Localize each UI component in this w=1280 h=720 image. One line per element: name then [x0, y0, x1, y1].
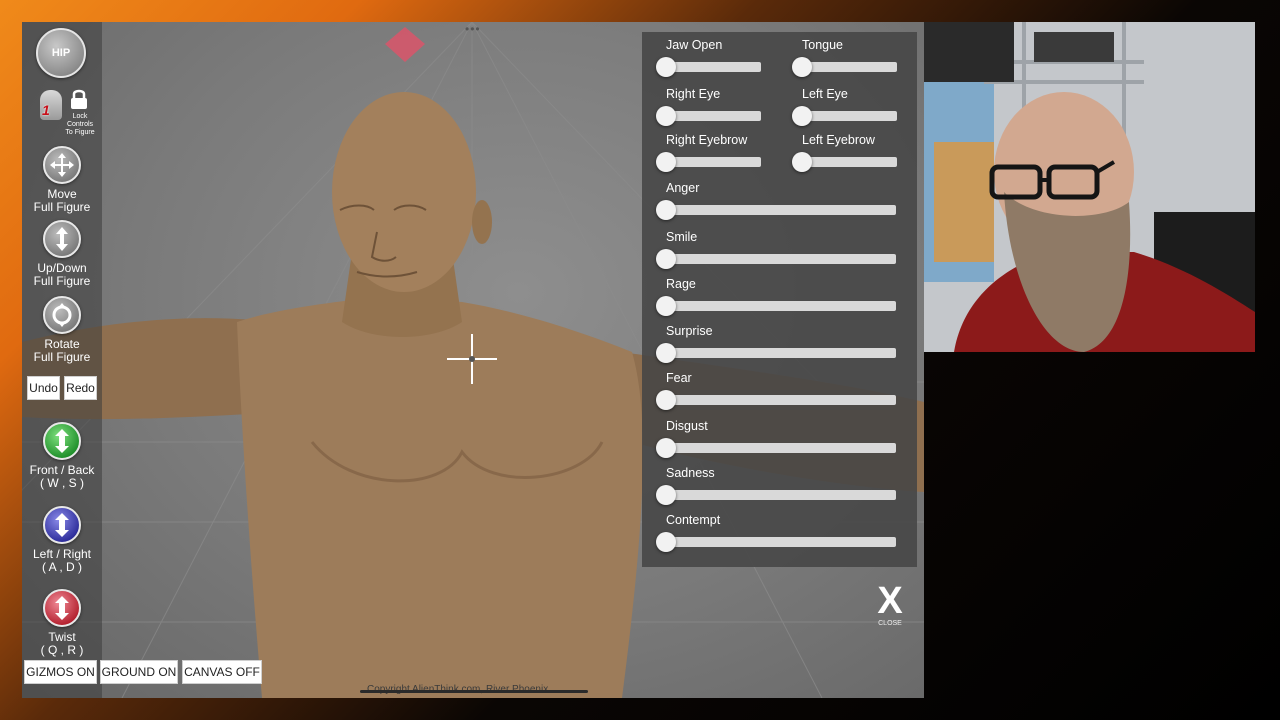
slider-label: Left Eye — [802, 87, 848, 101]
slider-surprise[interactable]: Surprise — [656, 324, 896, 364]
slider-label: Right Eye — [666, 87, 721, 101]
slider-thumb[interactable] — [792, 57, 812, 77]
hip-button[interactable]: HIP — [36, 28, 86, 78]
figure-number-badge: 1 — [42, 102, 50, 118]
canvas-toggle-button[interactable]: CANVAS OFF — [182, 660, 262, 684]
slider-thumb[interactable] — [656, 390, 676, 410]
slider-label: Right Eyebrow — [666, 133, 748, 147]
slider-track[interactable] — [666, 62, 761, 72]
vertical-arrows-icon — [43, 220, 81, 258]
drag-handle-icon[interactable]: ••• — [465, 22, 481, 36]
red-axis-arrows-icon — [43, 589, 81, 627]
slider-thumb[interactable] — [656, 343, 676, 363]
green-axis-arrows-icon — [43, 422, 81, 460]
slider-label: Sadness — [666, 466, 715, 480]
slider-thumb[interactable] — [656, 532, 676, 552]
slider-jaw-open[interactable]: Jaw Open — [656, 38, 761, 78]
slider-thumb[interactable] — [656, 57, 676, 77]
close-icon: X — [877, 580, 903, 622]
ground-toggle-button[interactable]: GROUND ON — [100, 660, 178, 684]
slider-contempt[interactable]: Contempt — [656, 513, 896, 553]
slider-smile[interactable]: Smile — [656, 230, 896, 270]
3d-viewport[interactable]: ••• HIP 1 Lock Controls To Figure Move F… — [22, 22, 924, 698]
slider-track[interactable] — [802, 157, 897, 167]
close-label: CLOSE — [878, 620, 902, 627]
slider-label: Jaw Open — [666, 38, 723, 52]
slider-thumb[interactable] — [656, 296, 676, 316]
lock-controls-toggle[interactable]: 1 Lock Controls To Figure — [40, 86, 100, 138]
slider-track[interactable] — [666, 443, 896, 453]
slider-sadness[interactable]: Sadness — [656, 466, 896, 506]
slider-label: Rage — [666, 277, 696, 291]
slider-thumb[interactable] — [656, 152, 676, 172]
expression-panel: Jaw Open Tongue Right Eye Left Eye Right Eye… — [642, 32, 917, 567]
slider-track[interactable] — [666, 490, 896, 500]
slider-track[interactable] — [666, 205, 896, 215]
slider-track[interactable] — [802, 111, 897, 121]
updown-full-figure-button[interactable]: Up/Down Full Figure — [22, 220, 102, 288]
undo-button[interactable]: Undo — [27, 376, 60, 400]
redo-button[interactable]: Redo — [64, 376, 97, 400]
slider-disgust[interactable]: Disgust — [656, 419, 896, 459]
slider-label: Tongue — [802, 38, 844, 52]
slider-label: Contempt — [666, 513, 721, 527]
slider-thumb[interactable] — [656, 200, 676, 220]
move-arrows-icon — [43, 146, 81, 184]
slider-label: Smile — [666, 230, 698, 244]
slider-track[interactable] — [666, 537, 896, 547]
webcam-overlay — [924, 22, 1255, 352]
slider-right-eye[interactable]: Right Eye — [656, 87, 761, 127]
slider-thumb[interactable] — [656, 106, 676, 126]
slider-track[interactable] — [666, 157, 761, 167]
slider-label: Surprise — [666, 324, 713, 338]
slider-thumb[interactable] — [656, 485, 676, 505]
slider-left-eye[interactable]: Left Eye — [792, 87, 897, 127]
lock-icon — [71, 89, 87, 109]
slider-fear[interactable]: Fear — [656, 371, 896, 411]
slider-left-eyebrow[interactable]: Left Eyebrow — [792, 133, 897, 173]
left-right-button[interactable]: Left / Right ( A , D ) — [22, 506, 102, 574]
slider-track[interactable] — [666, 301, 896, 311]
front-back-button[interactable]: Front / Back ( W , S ) — [22, 422, 102, 490]
marker-diamond-icon — [385, 27, 425, 62]
slider-track[interactable] — [666, 395, 896, 405]
lock-controls-label: Lock Controls To Figure — [65, 113, 95, 136]
rotate-full-figure-button[interactable]: Rotate Full Figure — [22, 296, 102, 364]
close-button[interactable]: X CLOSE — [874, 582, 906, 627]
slider-label: Fear — [666, 371, 692, 385]
slider-thumb[interactable] — [792, 152, 812, 172]
slider-label: Disgust — [666, 419, 708, 433]
move-full-figure-button[interactable]: Move Full Figure — [22, 146, 102, 214]
slider-track[interactable] — [666, 254, 896, 264]
blue-axis-arrows-icon — [43, 506, 81, 544]
rotate-arrows-icon — [43, 296, 81, 334]
slider-right-eyebrow[interactable]: Right Eyebrow — [656, 133, 761, 173]
slider-tongue[interactable]: Tongue — [792, 38, 897, 78]
slider-thumb[interactable] — [656, 438, 676, 458]
gizmos-toggle-button[interactable]: GIZMOS ON — [24, 660, 97, 684]
twist-button[interactable]: Twist ( Q , R ) — [22, 589, 102, 657]
slider-rage[interactable]: Rage — [656, 277, 896, 317]
slider-label: Left Eyebrow — [802, 133, 875, 147]
horizontal-scrollbar[interactable] — [360, 690, 588, 693]
slider-anger[interactable]: Anger — [656, 181, 896, 221]
webcam-video — [924, 22, 1255, 352]
slider-track[interactable] — [666, 111, 761, 121]
slider-thumb[interactable] — [656, 249, 676, 269]
slider-track[interactable] — [802, 62, 897, 72]
slider-label: Anger — [666, 181, 700, 195]
slider-track[interactable] — [666, 348, 896, 358]
left-toolbar: HIP 1 Lock Controls To Figure Move Full … — [22, 22, 102, 698]
crosshair-gizmo-icon[interactable] — [447, 334, 497, 384]
slider-thumb[interactable] — [792, 106, 812, 126]
